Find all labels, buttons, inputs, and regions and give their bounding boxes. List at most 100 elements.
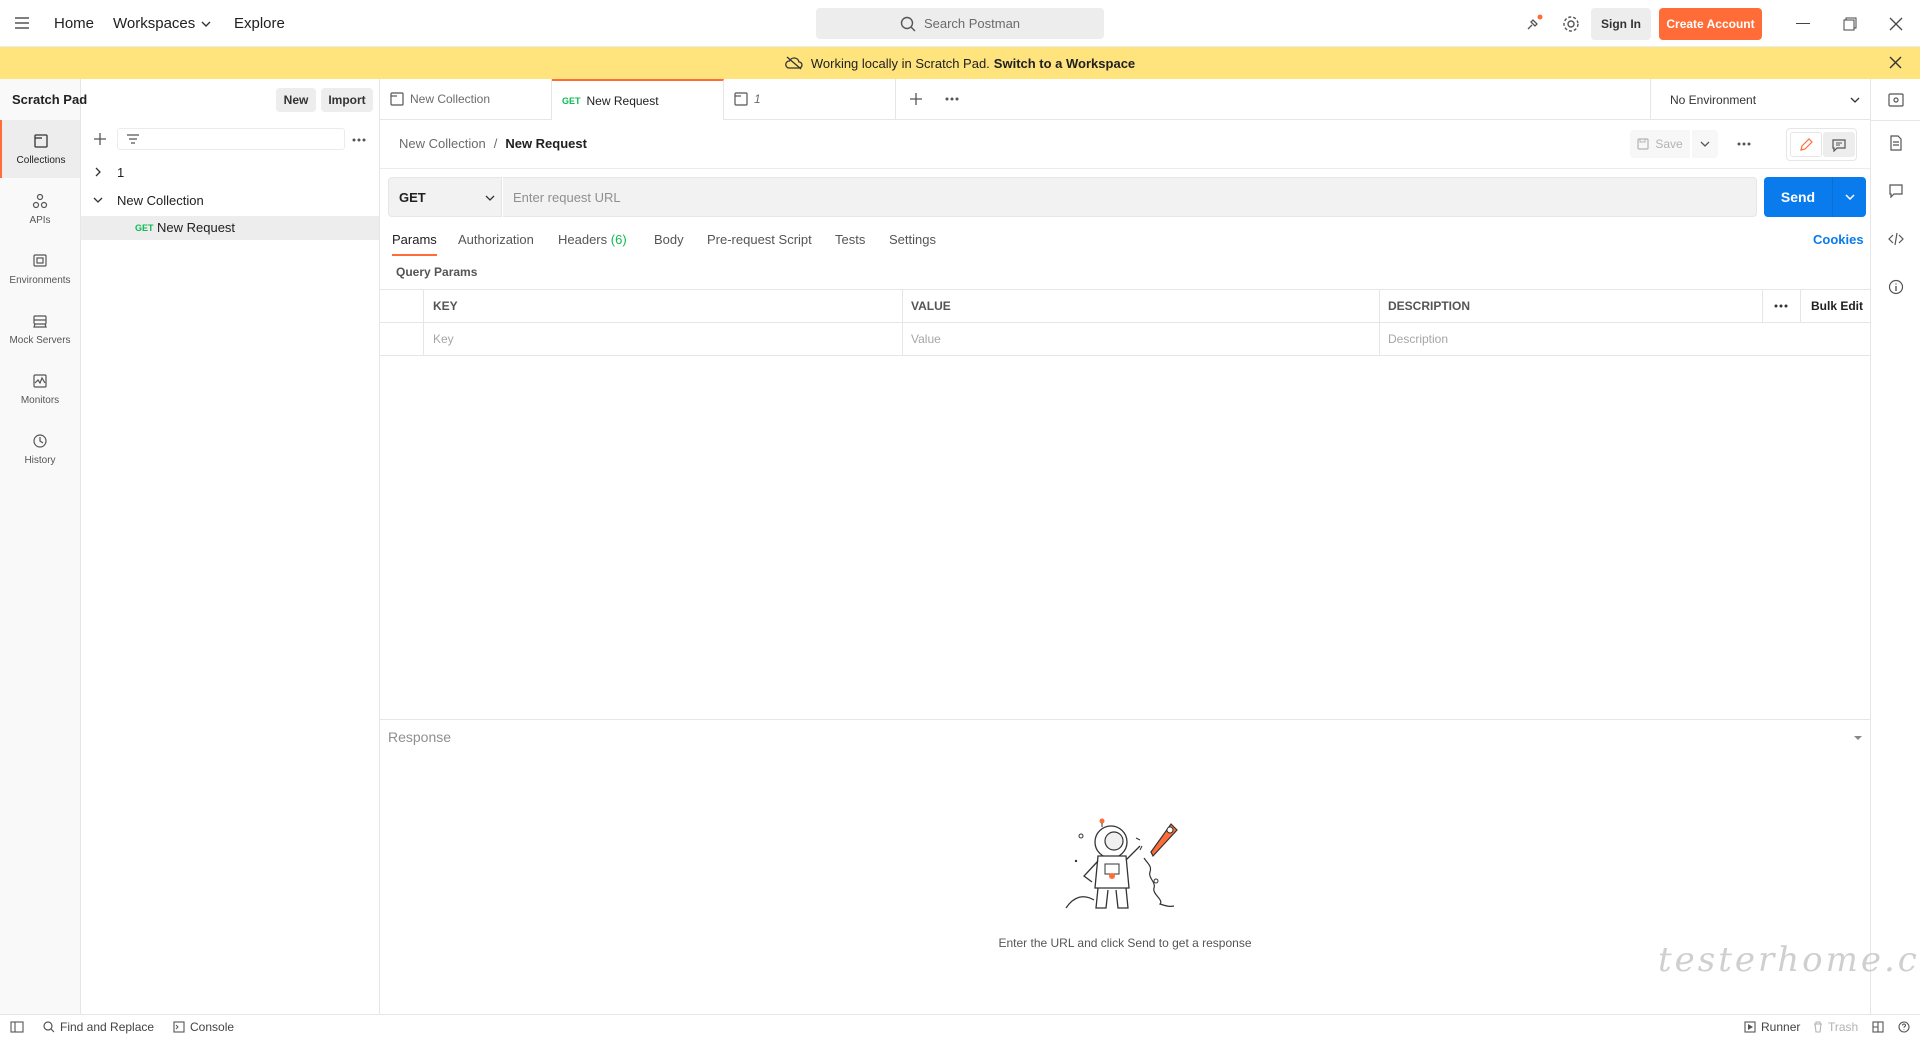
tab-params[interactable]: Params <box>392 232 437 256</box>
tree-collection[interactable]: New Collection <box>117 193 204 208</box>
table-more-icon[interactable] <box>1774 304 1788 308</box>
menu-icon[interactable] <box>14 16 30 30</box>
settings-gear-icon[interactable] <box>1562 15 1580 33</box>
collections-icon <box>33 133 49 149</box>
send-options-chevron-icon[interactable] <box>1833 194 1866 200</box>
request-method-badge: GET <box>135 223 154 233</box>
info-icon[interactable] <box>1888 279 1904 295</box>
request-more-icon[interactable] <box>1737 142 1751 146</box>
tab-pre-request-script[interactable]: Pre-request Script <box>707 232 812 256</box>
console-icon <box>173 1021 185 1033</box>
save-button[interactable]: Save <box>1630 130 1690 158</box>
view-toggle <box>1786 128 1857 161</box>
tab-new-request[interactable]: GET New Request <box>552 79 724 120</box>
rail-history[interactable]: History <box>0 420 80 478</box>
nav-home[interactable]: Home <box>54 0 94 47</box>
chevron-down-icon <box>485 195 495 201</box>
breadcrumb-collection[interactable]: New Collection <box>399 136 486 151</box>
documentation-icon[interactable] <box>1888 135 1904 151</box>
save-icon <box>1637 138 1649 150</box>
status-bar: Find and Replace Console Runner Trash <box>0 1014 1920 1040</box>
chevron-down-icon <box>201 21 211 27</box>
tab-body[interactable]: Body <box>654 232 684 256</box>
minimize-window-icon[interactable] <box>1796 23 1810 24</box>
trash-button[interactable]: Trash <box>1812 1020 1858 1034</box>
tab-headers[interactable]: Headers (6) <box>558 232 627 256</box>
find-replace-button[interactable]: Find and Replace <box>43 1020 154 1034</box>
breadcrumb-request[interactable]: New Request <box>505 136 587 151</box>
toggle-sidebar-icon[interactable] <box>10 1021 24 1033</box>
sidebar-more-icon[interactable] <box>352 138 366 142</box>
code-icon[interactable] <box>1888 231 1904 247</box>
param-key-input[interactable]: Key <box>433 322 893 355</box>
tab-1[interactable]: 1 <box>724 79 896 119</box>
tab-authorization[interactable]: Authorization <box>458 232 534 256</box>
sidebar-title: Scratch Pad <box>12 92 88 107</box>
column-description: DESCRIPTION <box>1388 298 1471 313</box>
close-banner-icon[interactable] <box>1889 56 1902 69</box>
save-options-button[interactable] <box>1692 130 1718 158</box>
comment-mode-button[interactable] <box>1823 132 1855 157</box>
response-title: Response <box>388 729 452 745</box>
nav-workspaces[interactable]: Workspaces <box>113 0 211 47</box>
divider <box>1800 289 1801 322</box>
console-button[interactable]: Console <box>173 1020 234 1034</box>
url-input[interactable]: Enter request URL <box>503 177 1757 217</box>
divider <box>380 289 1870 290</box>
add-tab-icon[interactable] <box>909 92 923 106</box>
tabs-more-icon[interactable] <box>945 97 959 101</box>
history-icon <box>32 433 48 449</box>
sign-in-button[interactable]: Sign In <box>1591 8 1651 40</box>
add-collection-icon[interactable] <box>93 132 107 146</box>
tab-settings[interactable]: Settings <box>889 232 936 256</box>
environment-select[interactable]: No Environment <box>1670 91 1870 109</box>
import-button[interactable]: Import <box>321 88 373 112</box>
rail-collections[interactable]: Collections <box>0 120 80 178</box>
runner-button[interactable]: Runner <box>1744 1020 1800 1034</box>
search-input[interactable]: Search Postman <box>816 8 1104 39</box>
param-description-input[interactable]: Description <box>1388 322 1788 355</box>
new-button[interactable]: New <box>276 88 316 112</box>
cookies-link[interactable]: Cookies <box>1813 232 1864 256</box>
runner-icon <box>1744 1021 1756 1033</box>
tree-item-1[interactable]: 1 <box>117 165 124 180</box>
tab-new-collection[interactable]: New Collection <box>380 79 552 119</box>
comments-icon[interactable] <box>1888 183 1904 199</box>
restore-window-icon[interactable] <box>1843 17 1857 31</box>
rail-environments[interactable]: Environments <box>0 240 80 298</box>
bulk-edit-button[interactable]: Bulk Edit <box>1811 289 1863 322</box>
nav-explore[interactable]: Explore <box>234 0 285 47</box>
response-pane: Response Enter the URL and click Send to… <box>380 719 1920 1014</box>
satellite-icon[interactable] <box>1525 14 1543 32</box>
tab-tests[interactable]: Tests <box>835 232 865 256</box>
divider <box>902 289 903 355</box>
search-icon <box>900 16 916 32</box>
switch-workspace-link[interactable]: Switch to a Workspace <box>994 56 1135 71</box>
pencil-icon <box>1799 137 1813 152</box>
apis-icon <box>32 193 48 209</box>
rail-monitors[interactable]: Monitors <box>0 360 80 418</box>
rail-mock-servers[interactable]: Mock Servers <box>0 300 80 358</box>
environment-quicklook-icon[interactable] <box>1888 92 1904 108</box>
sidebar-search-input[interactable] <box>117 128 345 150</box>
response-empty-text: Enter the URL and click Send to get a re… <box>998 936 1252 950</box>
param-value-input[interactable]: Value <box>911 322 1371 355</box>
watermark: testerhome.com <box>1658 940 1920 980</box>
method-select[interactable]: GET <box>388 177 502 217</box>
tree-request-row[interactable]: GET New Request <box>81 216 379 240</box>
create-account-button[interactable]: Create Account <box>1659 8 1762 40</box>
request-tabs-bar: New Collection GET New Request 1 No Envi… <box>380 79 1870 120</box>
chevron-right-icon[interactable] <box>95 167 101 177</box>
two-pane-icon[interactable] <box>1872 1021 1884 1033</box>
chevron-down-icon[interactable] <box>93 197 103 203</box>
send-button[interactable]: Send <box>1764 177 1866 217</box>
edit-mode-button[interactable] <box>1790 132 1822 157</box>
close-window-icon[interactable] <box>1889 17 1903 31</box>
filter-icon <box>126 134 140 144</box>
rail-apis[interactable]: APIs <box>0 180 80 238</box>
help-icon[interactable] <box>1898 1021 1910 1033</box>
scratchpad-banner: Working locally in Scratch Pad. Switch t… <box>0 47 1920 79</box>
collapse-response-icon[interactable] <box>1853 735 1863 741</box>
column-value: VALUE <box>911 298 951 313</box>
environments-icon <box>32 253 48 269</box>
